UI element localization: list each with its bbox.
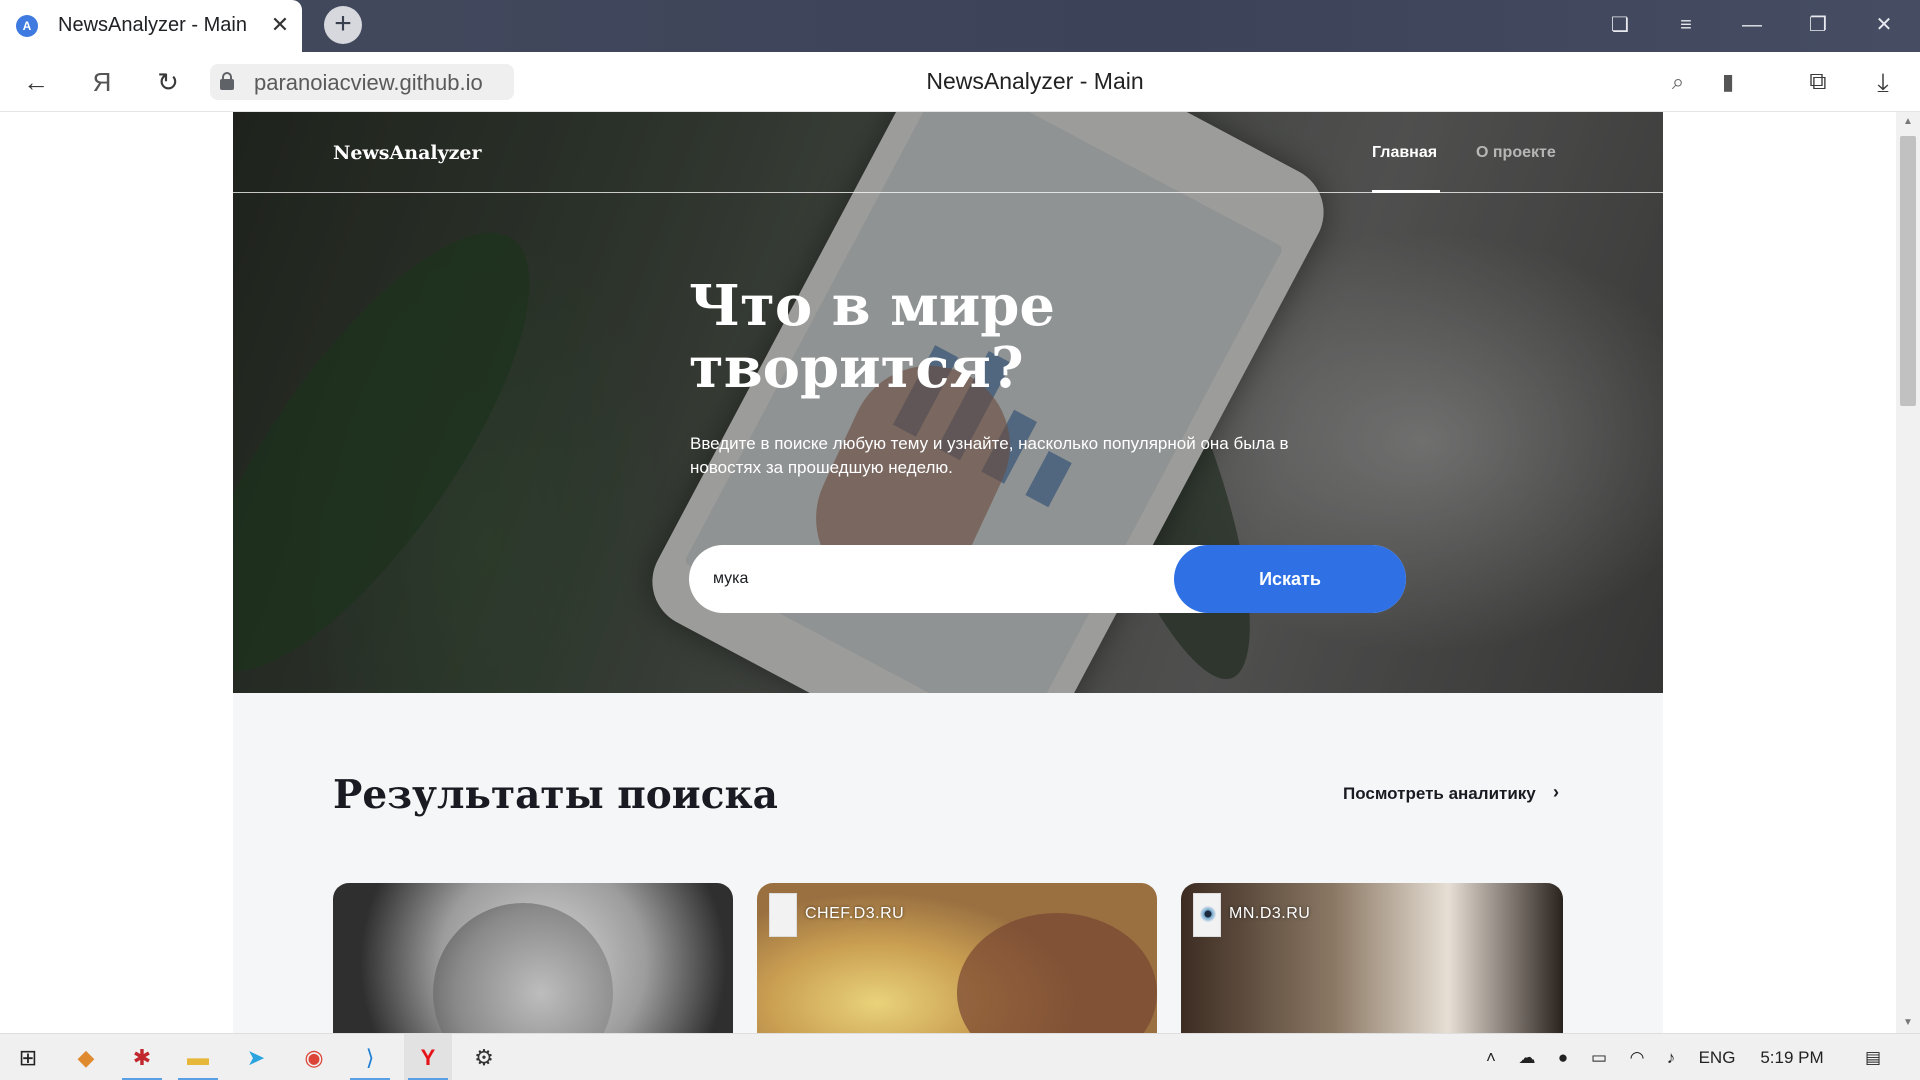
collections-icon[interactable]: ❏ [1602, 8, 1638, 42]
news-card[interactable]: CHEF.D3.RU [757, 883, 1157, 1033]
site-header: NewsAnalyzer Главная О проекте [233, 112, 1663, 193]
clock-time[interactable]: 5:19 PM [1752, 1034, 1832, 1080]
battery-icon[interactable]: ▭ [1584, 1034, 1614, 1080]
browser-tab-active[interactable]: A NewsAnalyzer - Main ✕ [0, 0, 302, 52]
source-avatar-icon [769, 893, 797, 937]
close-window-icon[interactable]: ✕ [1866, 8, 1902, 42]
microphone-icon[interactable]: ● [1550, 1034, 1576, 1080]
page-title: NewsAnalyzer - Main [926, 68, 1144, 94]
scroll-down-icon[interactable]: ▼ [1902, 1017, 1914, 1029]
windows-start-icon[interactable]: ⊞ [4, 1034, 52, 1080]
chrome-icon[interactable]: ◉ [290, 1034, 338, 1080]
chevron-right-icon[interactable]: › [1553, 782, 1559, 803]
wifi-icon[interactable]: ◠ [1622, 1034, 1652, 1080]
eye-icon [1200, 906, 1216, 922]
onedrive-cloud-icon[interactable]: ☁ [1512, 1034, 1542, 1080]
page-scrollbar[interactable]: ▲ ▼ [1896, 112, 1920, 1033]
telegram-icon[interactable]: ➤ [232, 1034, 280, 1080]
results-title: Результаты поиска [333, 772, 778, 818]
language-indicator[interactable]: ENG [1694, 1034, 1740, 1080]
nav-link-about[interactable]: О проекте [1476, 144, 1556, 162]
news-card[interactable]: MN.D3.RU [1181, 883, 1563, 1033]
minimize-icon[interactable]: — [1734, 8, 1770, 42]
news-card-image [957, 913, 1157, 1033]
page-viewport: NewsAnalyzer Главная О проекте Что в мир… [0, 112, 1896, 1033]
bug-app-icon[interactable]: ✱ [118, 1034, 166, 1080]
nav-link-main[interactable]: Главная [1372, 144, 1437, 162]
news-analyzer-site: NewsAnalyzer Главная О проекте Что в мир… [233, 112, 1663, 1033]
new-tab-button[interactable]: + [324, 6, 362, 44]
download-icon[interactable]: ⤓ [1865, 64, 1901, 100]
browser-toolbar: ← Я ↻ paranoiacview.github.io NewsAnalyz… [0, 52, 1920, 112]
windows-taskbar: ⊞ ◆ ✱ ▬ ➤ ◉ ⟩ Y ⚙ ˄ ☁ ● ▭ ◠ ♪ ENG 5:19 P… [0, 1033, 1920, 1080]
search-input[interactable] [689, 545, 1189, 613]
browser-tab-strip: A NewsAnalyzer - Main ✕ + ❏ ≡ — ❐ ✕ [0, 0, 1920, 52]
hero-title: Что в мире творится? [689, 273, 1056, 401]
tab-close-icon[interactable]: ✕ [266, 11, 294, 39]
search-button[interactable]: Искать [1174, 545, 1406, 613]
news-card[interactable] [333, 883, 733, 1033]
search-page-icon[interactable]: ⌕ [1660, 64, 1696, 100]
nav-active-indicator [1372, 190, 1440, 193]
yandex-browser-icon[interactable]: Y [404, 1034, 452, 1080]
news-card-source: MN.D3.RU [1229, 905, 1311, 922]
analytics-link[interactable]: Посмотреть аналитику [1343, 784, 1536, 804]
tray-chevron-up-icon[interactable]: ˄ [1478, 1034, 1504, 1080]
vscode-icon[interactable]: ⟩ [346, 1034, 394, 1080]
source-avatar-icon [1193, 893, 1221, 937]
hero-subtitle: Введите в поиске любую тему и узнайте, н… [690, 434, 1289, 477]
notifications-icon[interactable]: ▤ [1856, 1034, 1890, 1080]
tabs-collection-icon[interactable]: ⧉ [1800, 64, 1836, 100]
tab-title: NewsAnalyzer - Main [58, 14, 247, 36]
site-favicon-icon: A [16, 15, 38, 37]
news-card-source: CHEF.D3.RU [805, 905, 905, 922]
scroll-thumb[interactable] [1900, 136, 1916, 406]
site-logo[interactable]: NewsAnalyzer [333, 142, 482, 164]
scroll-up-icon[interactable]: ▲ [1902, 116, 1914, 128]
colorful-app-icon[interactable]: ◆ [62, 1034, 110, 1080]
hero-section: NewsAnalyzer Главная О проекте Что в мир… [233, 112, 1663, 693]
file-explorer-icon[interactable]: ▬ [174, 1034, 222, 1080]
bookmark-icon[interactable]: ▮ [1710, 64, 1746, 100]
restore-icon[interactable]: ❐ [1800, 8, 1836, 42]
settings-gear-icon[interactable]: ⚙ [460, 1034, 508, 1080]
volume-icon[interactable]: ♪ [1656, 1034, 1686, 1080]
menu-icon[interactable]: ≡ [1668, 8, 1704, 42]
news-card-image [433, 903, 613, 1033]
